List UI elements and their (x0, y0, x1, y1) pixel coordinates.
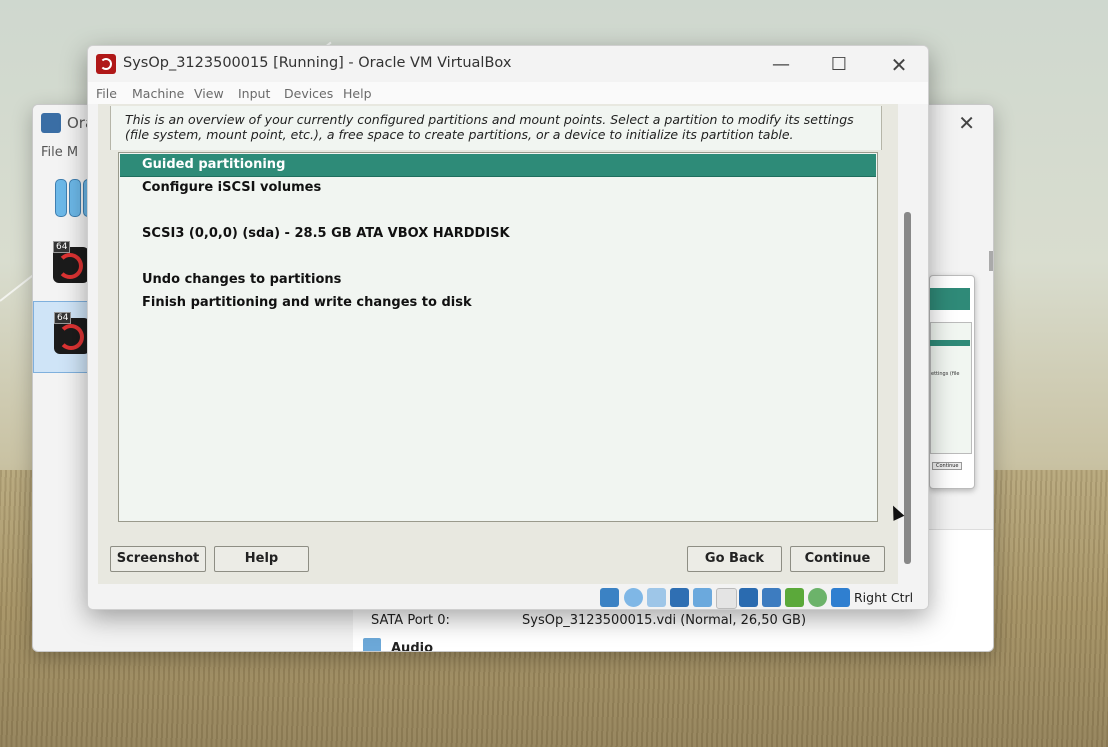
list-item-disk-sda[interactable]: SCSI3 (0,0,0) (sda) - 28.5 GB ATA VBOX H… (120, 223, 876, 245)
virtualbox-logo-icon (41, 113, 61, 133)
debian-vm-icon: 64 (53, 241, 89, 283)
guest-display[interactable]: This is an overview of your currently co… (98, 104, 898, 584)
list-item-undo-changes[interactable]: Undo changes to partitions (120, 269, 876, 291)
hard-disk-icon[interactable] (600, 588, 619, 607)
optical-disk-icon[interactable] (624, 588, 643, 607)
vm-titlebar[interactable]: SysOp_3123500015 [Running] - Oracle VM V… (88, 46, 928, 82)
audio-icon (363, 638, 381, 651)
close-button[interactable]: ✕ (876, 52, 922, 78)
vm-window[interactable]: SysOp_3123500015 [Running] - Oracle VM V… (87, 45, 929, 610)
vm-vertical-scrollbar[interactable] (904, 212, 911, 564)
recording-icon[interactable] (762, 588, 781, 607)
screenshot-button[interactable]: Screenshot (110, 546, 206, 572)
shared-folders-icon[interactable] (716, 588, 737, 609)
debian-app-icon (96, 54, 116, 74)
vm-list: 64 64 (33, 231, 91, 373)
debian-vm-icon: 64 (54, 312, 90, 354)
vm-menubar: File Machine View Input Devices Help (88, 82, 928, 104)
host-key-label: Right Ctrl (854, 590, 914, 605)
mouse-integration-icon[interactable] (785, 588, 804, 607)
menu-machine[interactable]: Machine (132, 86, 184, 101)
help-button[interactable]: Help (214, 546, 309, 572)
vm-preview-thumbnail: ettings (file Continue (929, 275, 975, 489)
partition-list[interactable]: Guided partitioning Configure iSCSI volu… (118, 152, 878, 522)
menu-devices[interactable]: Devices (284, 86, 333, 101)
manager-scrollbar[interactable] (989, 251, 993, 271)
list-item-configure-iscsi[interactable]: Configure iSCSI volumes (120, 177, 876, 199)
keyboard-icon[interactable] (808, 588, 827, 607)
manager-close-icon[interactable]: ✕ (958, 111, 975, 135)
audio-section-label[interactable]: Audio (391, 641, 433, 651)
vm-status-bar: Right Ctrl (88, 586, 928, 609)
audio-icon[interactable] (647, 588, 666, 607)
continue-button[interactable]: Continue (790, 546, 885, 572)
list-item-finish-partitioning[interactable]: Finish partitioning and write changes to… (120, 292, 876, 314)
manager-menu[interactable]: File M (41, 145, 78, 160)
menu-help[interactable]: Help (343, 86, 372, 101)
host-key-arrow-icon (831, 588, 850, 607)
minimize-button[interactable]: — (758, 52, 804, 78)
window-title: SysOp_3123500015 [Running] - Oracle VM V… (123, 55, 512, 71)
display-icon[interactable] (739, 588, 758, 607)
go-back-button[interactable]: Go Back (687, 546, 782, 572)
network-icon[interactable] (670, 588, 689, 607)
menu-input[interactable]: Input (238, 86, 270, 101)
list-item-guided-partitioning[interactable]: Guided partitioning (120, 154, 876, 177)
sata-port-value: SysOp_3123500015.vdi (Normal, 26,50 GB) (522, 613, 807, 628)
menu-file[interactable]: File (96, 86, 117, 101)
usb-icon[interactable] (693, 588, 712, 607)
vm-list-item[interactable]: 64 (33, 231, 89, 301)
maximize-button[interactable]: ☐ (816, 52, 862, 78)
menu-view[interactable]: View (194, 86, 224, 101)
sata-port-label: SATA Port 0: (371, 613, 450, 628)
vm-list-item-selected[interactable]: 64 (33, 301, 91, 373)
partition-overview-description: This is an overview of your currently co… (110, 106, 882, 150)
